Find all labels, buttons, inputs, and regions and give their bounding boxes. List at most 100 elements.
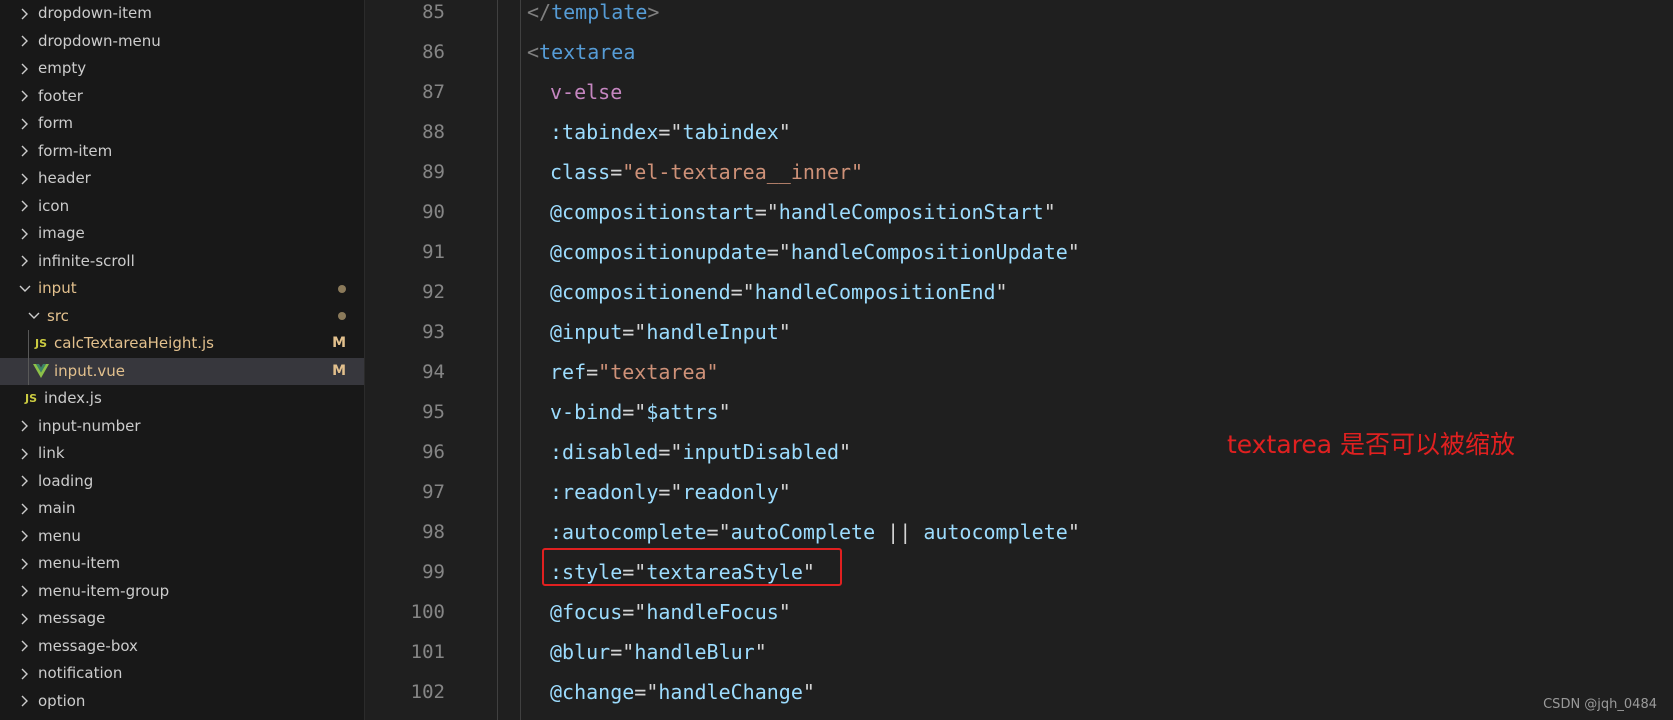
watermark: CSDN @jqh_0484: [1543, 697, 1657, 712]
code-token: template: [551, 0, 648, 24]
chevron-right-icon: [18, 7, 32, 21]
code-token: @compositionstart: [550, 200, 755, 224]
chevron-right-icon: [18, 694, 32, 708]
tree-item-label: header: [38, 169, 91, 187]
tree-item-label: form: [38, 114, 73, 132]
code-token: ": [802, 680, 815, 704]
tree-item-label: footer: [38, 86, 83, 105]
code-line: 101 @blur="handleBlur": [365, 632, 1673, 672]
code-token: =: [658, 480, 671, 504]
code-token: class: [550, 160, 611, 184]
folder-item[interactable]: image: [0, 220, 364, 248]
chevron-right-icon: [18, 502, 32, 516]
folder-item[interactable]: footer: [0, 83, 364, 111]
code-line: 86 <textarea: [365, 32, 1673, 72]
line-number: 90: [422, 201, 445, 223]
vue-file-icon: [32, 364, 50, 379]
line-number: 87: [422, 81, 445, 103]
code-token: ": [634, 600, 647, 624]
code-text: v-else: [550, 72, 622, 112]
code-token: =: [622, 600, 635, 624]
folder-item[interactable]: menu: [0, 523, 364, 551]
chevron-right-icon: [18, 89, 32, 103]
code-token: tabindex: [682, 120, 779, 144]
folder-item[interactable]: option: [0, 688, 364, 716]
tree-item-label: message: [38, 609, 106, 627]
folder-item[interactable]: message: [0, 605, 364, 633]
code-text: @blur="handleBlur": [550, 632, 767, 672]
code-editor[interactable]: 85 </template> 86 <textarea 87 v-else 88:tabin…: [365, 0, 1673, 720]
code-line: 88:tabindex="tabindex": [365, 112, 1673, 152]
code-token: ": [634, 320, 647, 344]
code-token: >: [647, 0, 660, 24]
code-token: handleCompositionEnd: [754, 280, 996, 304]
explorer-sidebar: dropdown-item dropdown-menu empty footer for…: [0, 0, 365, 720]
file-item[interactable]: JS calcTextareaHeight.js M: [0, 330, 364, 358]
code-token: handleInput: [646, 320, 779, 344]
code-token: =: [754, 200, 767, 224]
code-token: autocomplete: [923, 520, 1068, 544]
folder-item[interactable]: main: [0, 495, 364, 523]
file-item[interactable]: input.vue M: [0, 357, 364, 385]
folder-item[interactable]: menu-item: [0, 550, 364, 578]
line-number: 99: [422, 561, 445, 583]
folder-item[interactable]: src: [0, 303, 364, 331]
code-token: autoComplete: [730, 520, 876, 544]
line-number: 85: [422, 1, 445, 23]
folder-item[interactable]: link: [0, 440, 364, 468]
line-number: 95: [422, 401, 445, 423]
tree-item-label: message-box: [38, 636, 138, 655]
tree-item-label: menu-item-group: [38, 581, 170, 600]
folder-item[interactable]: header: [0, 165, 364, 193]
code-token: @input: [550, 320, 623, 344]
tree-item-label: infinite-scroll: [38, 251, 135, 270]
line-number: 100: [410, 601, 445, 623]
code-text: @compositionend="handleCompositionEnd": [550, 272, 1008, 312]
folder-item[interactable]: dropdown-item: [0, 0, 364, 28]
folder-item[interactable]: form: [0, 110, 364, 138]
code-token: @change: [550, 680, 635, 704]
folder-item[interactable]: icon: [0, 193, 364, 221]
code-token: handleFocus: [646, 600, 779, 624]
git-status-badge: M: [332, 362, 346, 379]
folder-item[interactable]: loading: [0, 468, 364, 496]
code-token: ": [646, 680, 659, 704]
code-token: ": [995, 280, 1008, 304]
code-token: handleBlur: [634, 640, 755, 664]
code-line: 91 @compositionupdate="handleCompositionU…: [365, 232, 1673, 272]
folder-item[interactable]: dropdown-menu: [0, 28, 364, 56]
tree-item-label: input: [38, 279, 77, 297]
file-item[interactable]: JS index.js: [0, 385, 364, 413]
folder-item[interactable]: input-number: [0, 413, 364, 441]
chevron-right-icon: [18, 254, 32, 268]
line-number: 98: [422, 521, 445, 543]
tree-item-label: empty: [38, 59, 87, 77]
chevron-right-icon: [18, 227, 32, 241]
chevron-down-icon: [27, 309, 41, 323]
chevron-right-icon: [18, 474, 32, 488]
folder-item[interactable]: infinite-scroll: [0, 248, 364, 276]
code-text: v-bind="$attrs": [550, 392, 731, 432]
line-number: 102: [410, 681, 445, 703]
folder-item[interactable]: menu-item-group: [0, 578, 364, 606]
code-token: =: [586, 360, 599, 384]
folder-item[interactable]: notification: [0, 660, 364, 688]
code-token: =: [610, 640, 623, 664]
tree-indent-guide: [28, 330, 29, 385]
line-number: 94: [422, 361, 445, 383]
code-token: =: [610, 160, 623, 184]
folder-item[interactable]: input: [0, 275, 364, 303]
code-line: 102 @change="handleChange": [365, 672, 1673, 712]
tree-item-label: calcTextareaHeight.js: [54, 334, 214, 352]
code-token: =: [766, 240, 779, 264]
line-number: 97: [422, 481, 445, 503]
code-line: 97:readonly="readonly": [365, 472, 1673, 512]
code-token: handleChange: [658, 680, 803, 704]
tree-item-label: option: [38, 691, 86, 710]
line-number: 93: [422, 321, 445, 343]
folder-item[interactable]: message-box: [0, 633, 364, 661]
code-token: @compositionend: [550, 280, 731, 304]
folder-item[interactable]: form-item: [0, 138, 364, 166]
folder-item[interactable]: empty: [0, 55, 364, 83]
annotation-text: textarea 是否可以被缩放: [1227, 430, 1516, 459]
